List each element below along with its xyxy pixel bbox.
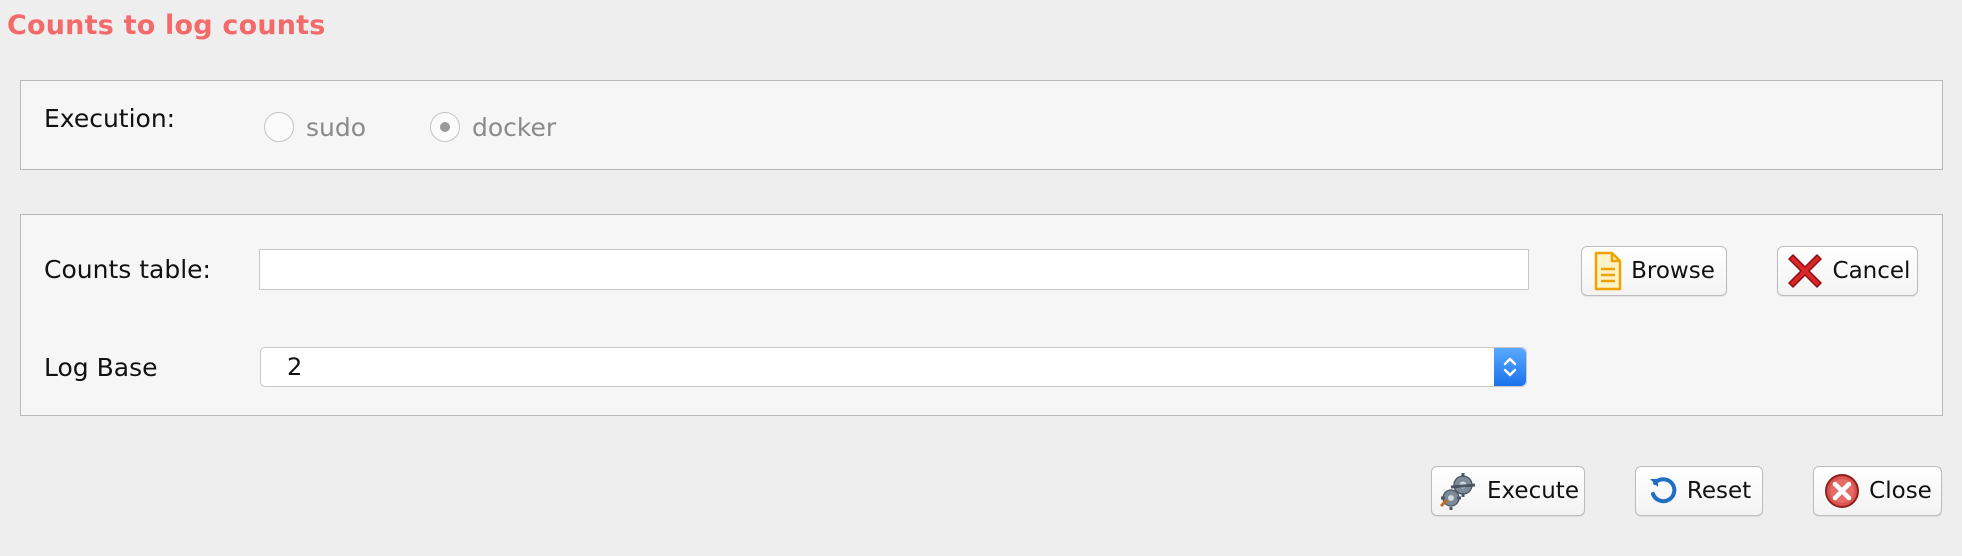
cancel-button[interactable]: Cancel: [1777, 246, 1918, 296]
red-x-icon: [1787, 254, 1822, 288]
cancel-label: Cancel: [1832, 258, 1911, 284]
radio-docker-label: docker: [472, 112, 557, 142]
reset-label: Reset: [1686, 478, 1752, 504]
reset-button[interactable]: Reset: [1635, 466, 1763, 516]
radio-sudo-circle[interactable]: [264, 112, 294, 142]
log-base-value: 2: [287, 353, 303, 381]
select-arrow[interactable]: [1494, 348, 1526, 386]
close-circle-icon: [1825, 474, 1860, 508]
execute-button[interactable]: Execute: [1431, 466, 1585, 516]
execute-label: Execute: [1487, 478, 1579, 504]
browse-button[interactable]: Browse: [1581, 246, 1727, 296]
window-title: Counts to log counts: [7, 10, 326, 41]
parameters-panel: Counts table: Browse Cancel Log Base 2: [20, 214, 1943, 416]
radio-docker[interactable]: docker: [430, 112, 556, 142]
counts-table-label: Counts table:: [44, 255, 211, 284]
radio-sudo[interactable]: sudo: [264, 112, 366, 142]
log-base-select[interactable]: 2: [260, 347, 1527, 387]
execution-panel: Execution: sudo docker: [20, 80, 1943, 170]
radio-docker-circle[interactable]: [430, 112, 460, 142]
document-icon: [1594, 251, 1622, 291]
chevron-updown-icon: [1503, 357, 1517, 377]
radio-sudo-label: sudo: [306, 112, 367, 142]
log-base-label: Log Base: [44, 353, 158, 382]
refresh-icon: [1649, 477, 1677, 504]
execution-label: Execution:: [44, 104, 176, 133]
counts-table-input[interactable]: [259, 249, 1529, 290]
close-label: Close: [1869, 478, 1932, 504]
browse-label: Browse: [1631, 258, 1715, 284]
gears-icon: [1439, 473, 1476, 510]
close-button[interactable]: Close: [1813, 466, 1942, 516]
